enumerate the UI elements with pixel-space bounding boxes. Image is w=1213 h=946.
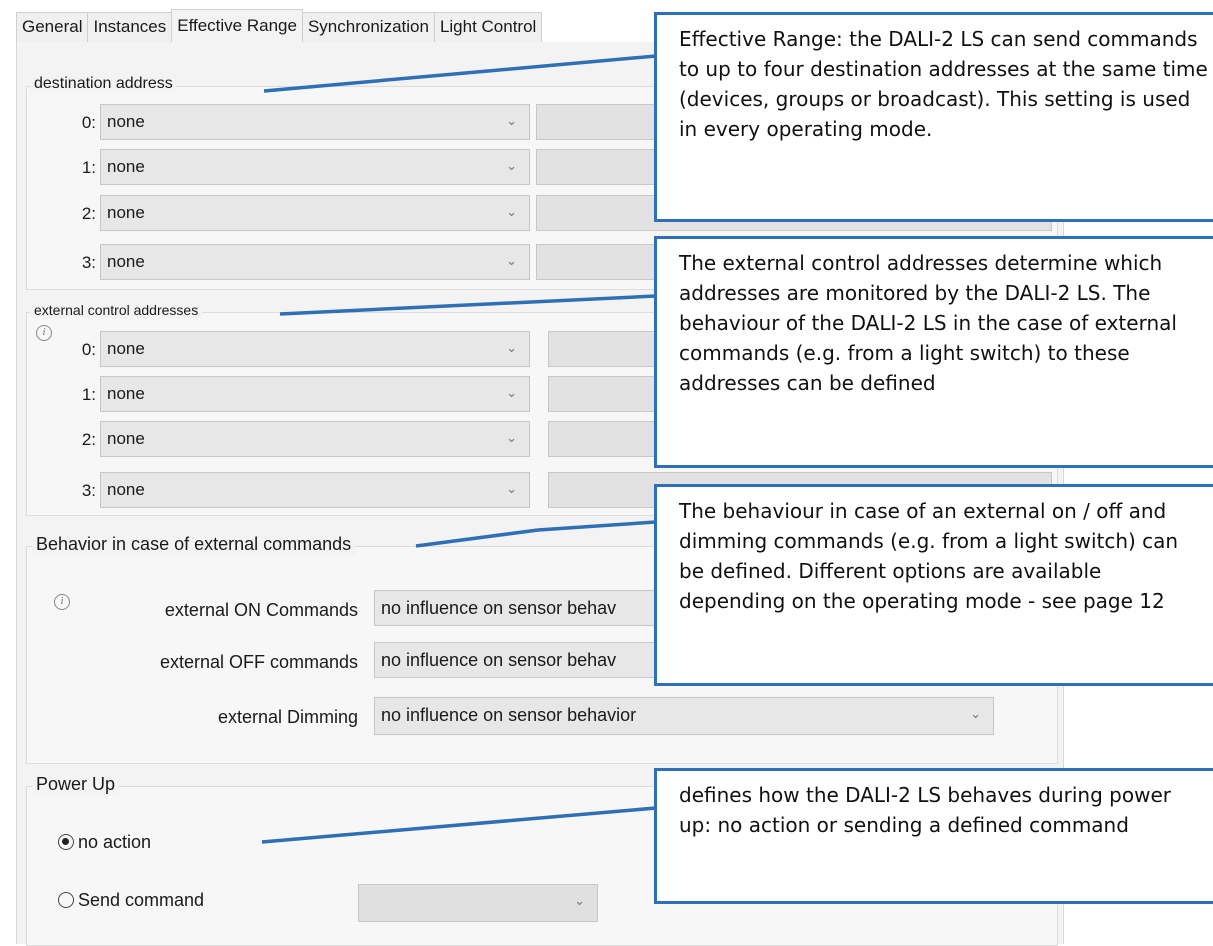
send-command-label[interactable]: Send command	[78, 890, 204, 911]
external-on-label: external ON Commands	[164, 600, 358, 620]
ext-select-2[interactable]: none ⌄	[100, 421, 530, 457]
chevron-down-icon: ⌄	[506, 481, 517, 496]
external-off-value: no influence on sensor behav	[381, 650, 617, 670]
ext-index-0: 0:	[81, 340, 96, 359]
chevron-down-icon: ⌄	[970, 706, 981, 721]
ext-select-3[interactable]: none ⌄	[100, 472, 530, 508]
chevron-down-icon: ⌄	[506, 385, 517, 400]
chevron-down-icon: ⌄	[506, 253, 517, 268]
chevron-down-icon: ⌄	[506, 158, 517, 173]
info-icon: i	[54, 594, 70, 610]
ext-select-1[interactable]: none ⌄	[100, 376, 530, 412]
external-on-select[interactable]: no influence on sensor behav	[374, 590, 674, 626]
dest-index-1: 1:	[81, 158, 96, 177]
tab-instances[interactable]: Instances	[87, 12, 173, 43]
send-command-radio[interactable]	[58, 892, 74, 908]
callout-behaviour: The behaviour in case of an external on …	[654, 484, 1213, 686]
send-command-select[interactable]: ⌄	[358, 884, 598, 922]
ext-value-3: none	[107, 480, 145, 499]
external-off-label: external OFF commands	[159, 652, 358, 672]
dest-select-2[interactable]: none ⌄	[100, 195, 530, 231]
ext-value-0: none	[107, 339, 145, 358]
no-action-label[interactable]: no action	[78, 832, 151, 853]
tab-bar: General Instances Effective Range Synchr…	[16, 9, 543, 46]
dest-select-3[interactable]: none ⌄	[100, 244, 530, 280]
dest-value-0: none	[107, 112, 145, 131]
chevron-down-icon: ⌄	[506, 340, 517, 355]
dest-value-3: none	[107, 252, 145, 271]
ext-select-0[interactable]: none ⌄	[100, 331, 530, 367]
chevron-down-icon: ⌄	[506, 113, 517, 128]
external-dimming-value: no influence on sensor behavior	[381, 705, 637, 725]
dest-value-2: none	[107, 203, 145, 222]
chevron-down-icon: ⌄	[506, 204, 517, 219]
no-action-radio[interactable]	[58, 834, 74, 850]
ext-index-1: 1:	[81, 385, 96, 404]
tab-effective-range[interactable]: Effective Range	[171, 9, 303, 46]
dest-select-1[interactable]: none ⌄	[100, 149, 530, 185]
tab-light-control[interactable]: Light Control	[433, 12, 543, 43]
dest-index-0: 0:	[81, 113, 96, 132]
callout-power-up: defines how the DALI-2 LS behaves during…	[654, 768, 1213, 904]
destination-address-title: destination address	[30, 75, 177, 93]
external-off-select[interactable]: no influence on sensor behav	[374, 642, 674, 678]
external-control-title: external control addresses	[30, 302, 203, 318]
callout-effective-range: Effective Range: the DALI-2 LS can send …	[654, 12, 1213, 222]
chevron-down-icon: ⌄	[574, 893, 585, 908]
ext-index-3: 3:	[81, 481, 96, 500]
info-icon: i	[36, 325, 52, 341]
external-dimming-label: external Dimming	[217, 707, 358, 727]
behavior-title: Behavior in case of external commands	[32, 534, 356, 555]
external-dimming-select[interactable]: no influence on sensor behavior ⌄	[374, 697, 994, 735]
tab-synchronization[interactable]: Synchronization	[301, 12, 435, 43]
ext-value-1: none	[107, 384, 145, 403]
dest-value-1: none	[107, 157, 145, 176]
dest-index-3: 3:	[81, 253, 96, 272]
power-up-title: Power Up	[32, 774, 120, 795]
external-on-value: no influence on sensor behav	[381, 598, 617, 618]
dest-index-2: 2:	[81, 204, 96, 223]
dest-select-0[interactable]: none ⌄	[100, 104, 530, 140]
ext-index-2: 2:	[81, 430, 96, 449]
tab-general[interactable]: General	[16, 12, 89, 43]
callout-external-control: The external control addresses determine…	[654, 236, 1213, 468]
chevron-down-icon: ⌄	[506, 430, 517, 445]
ext-value-2: none	[107, 429, 145, 448]
